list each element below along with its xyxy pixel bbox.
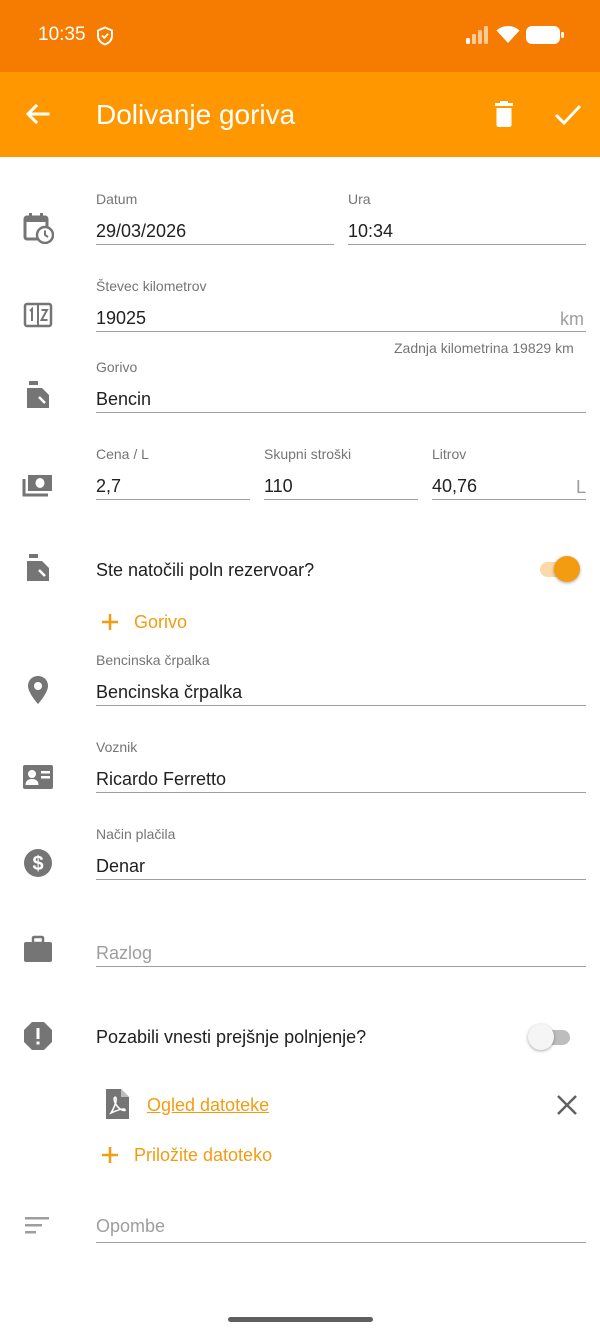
- briefcase-icon: [24, 935, 52, 962]
- location-pin-icon: [28, 676, 48, 704]
- signal-icon: [466, 26, 488, 44]
- plus-icon: [102, 1147, 118, 1163]
- driver-underline: [96, 792, 586, 793]
- liters-unit: L: [576, 477, 587, 497]
- home-indicator[interactable]: [228, 1317, 373, 1322]
- reason-input[interactable]: Razlog: [96, 943, 152, 964]
- page-title: Dolivanje goriva: [96, 99, 296, 130]
- fuel-underline: [96, 412, 586, 413]
- driver-label: Voznik: [96, 739, 138, 755]
- price-label: Cena / L: [96, 446, 149, 462]
- calendar-clock-icon: [23, 213, 54, 244]
- odometer-underline: [96, 331, 586, 332]
- liters-field[interactable]: 40,76: [432, 476, 477, 497]
- fuel-label: Gorivo: [96, 359, 138, 375]
- svg-text:$: $: [32, 853, 43, 875]
- shield-icon: [97, 26, 113, 46]
- battery-icon: [526, 26, 564, 44]
- liters-underline: [432, 499, 586, 500]
- total-cost-field[interactable]: 110: [264, 476, 293, 497]
- check-icon[interactable]: [552, 98, 584, 130]
- notes-icon: [25, 1217, 49, 1234]
- warning-octagon-icon: [24, 1022, 52, 1050]
- close-icon[interactable]: [556, 1094, 578, 1116]
- delete-icon[interactable]: [488, 98, 520, 130]
- payment-field[interactable]: Denar: [96, 856, 145, 877]
- fuel-can-icon: [27, 381, 49, 408]
- back-arrow-icon[interactable]: [22, 98, 54, 130]
- total-cost-underline: [264, 499, 418, 500]
- reason-underline: [96, 966, 586, 967]
- date-underline: [96, 244, 334, 245]
- dollar-circle-icon: $: [24, 849, 52, 877]
- station-underline: [96, 705, 586, 706]
- forgot-previous-toggle-thumb: [528, 1024, 554, 1050]
- odometer-field[interactable]: 19025: [96, 308, 146, 329]
- full-tank-toggle-thumb: [554, 556, 580, 582]
- pdf-file-icon: [106, 1089, 129, 1119]
- attach-file-label: Priložite datoteko: [134, 1145, 273, 1165]
- full-tank-toggle[interactable]: [538, 554, 582, 584]
- fuel-can-icon: [27, 554, 49, 581]
- time-field[interactable]: 10:34: [348, 221, 393, 242]
- driver-card-icon: [23, 765, 53, 789]
- payment-underline: [96, 879, 586, 880]
- add-fuel-label: Gorivo: [134, 612, 188, 632]
- forgot-previous-label: Pozabili vnesti prejšnje polnjenje?: [96, 1027, 367, 1047]
- price-underline: [96, 499, 250, 500]
- forgot-previous-toggle[interactable]: [528, 1022, 572, 1052]
- time-label: Ura: [348, 191, 371, 207]
- add-fuel-button[interactable]: Gorivo: [96, 606, 296, 638]
- station-label: Bencinska črpalka: [96, 652, 210, 668]
- app-bar: Dolivanje goriva: [0, 72, 600, 157]
- status-bar: 10:35: [0, 0, 600, 72]
- odometer-label: Števec kilometrov: [96, 278, 207, 294]
- driver-field[interactable]: Ricardo Ferretto: [96, 769, 226, 790]
- price-field[interactable]: 2,7: [96, 476, 121, 497]
- odometer-unit: km: [560, 309, 584, 329]
- money-icon: [22, 475, 52, 497]
- attach-file-button[interactable]: Priložite datoteko: [96, 1139, 356, 1171]
- time-underline: [348, 244, 586, 245]
- odometer-icon: [23, 302, 53, 328]
- full-tank-label: Ste natočili poln rezervoar?: [96, 560, 315, 580]
- liters-label: Litrov: [432, 446, 467, 462]
- total-cost-label: Skupni stroški: [264, 446, 352, 462]
- odometer-hint: Zadnja kilometrina 19829 km: [394, 340, 574, 356]
- date-label: Datum: [96, 191, 138, 207]
- wifi-icon: [496, 26, 520, 43]
- station-field[interactable]: Bencinska črpalka: [96, 682, 242, 703]
- plus-icon: [102, 614, 118, 630]
- date-field[interactable]: 29/03/2026: [96, 221, 186, 242]
- payment-label: Način plačila: [96, 826, 176, 842]
- notes-input[interactable]: Opombe: [96, 1216, 165, 1237]
- view-file-link[interactable]: Ogled datoteke: [147, 1095, 269, 1116]
- notes-underline: [96, 1242, 586, 1243]
- fuel-field[interactable]: Bencin: [96, 389, 151, 410]
- status-time: 10:35: [38, 24, 86, 45]
